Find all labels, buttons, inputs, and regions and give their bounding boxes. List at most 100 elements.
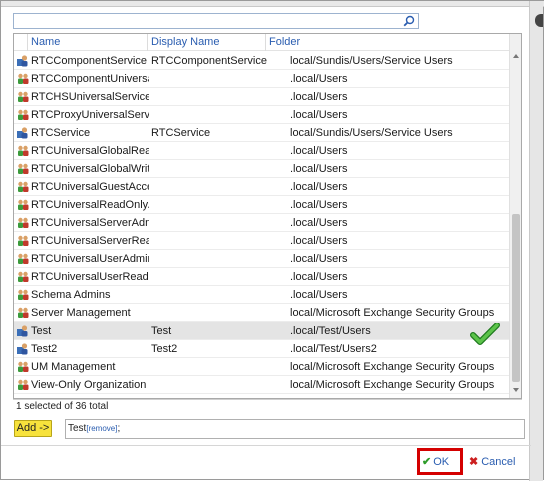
row-display-name (151, 214, 281, 232)
row-display-name (151, 286, 281, 304)
row-display-name (151, 376, 281, 394)
dialog-right-edge (529, 1, 543, 481)
group-icon (16, 90, 30, 103)
row-name: UM Management (31, 361, 116, 373)
row-folder: local/Sundis/Users/Service Users (290, 127, 453, 139)
table-row[interactable]: RTCService RTCService local/Sundis/Users/S… (14, 124, 509, 142)
row-folder: .local/Users (290, 163, 348, 175)
row-folder: .local/Users (290, 253, 348, 265)
table-row[interactable]: Schema Admins .local/Users (14, 286, 509, 304)
scrollbar-thumb[interactable] (512, 214, 520, 382)
table-row[interactable]: RTCUniversalGlobalWriteGro... .local/User… (14, 160, 509, 178)
row-display-name (151, 70, 281, 88)
scroll-up-icon[interactable] (510, 50, 522, 62)
cancel-button[interactable]: ✖ Cancel (469, 454, 521, 470)
selected-items-field[interactable]: Test[remove]; (65, 419, 525, 439)
row-display-name (151, 88, 281, 106)
column-header-name[interactable]: Name (28, 34, 148, 51)
group-icon (16, 72, 30, 85)
user-icon (16, 324, 30, 337)
column-header-display-name[interactable]: Display Name (148, 34, 266, 51)
table-row[interactable]: View-Only Organization Man... local/Micro… (14, 376, 509, 394)
table-row[interactable]: RTCProxyUniversalServices .local/Users (14, 106, 509, 124)
row-folder: .local/Users (290, 289, 348, 301)
table-row[interactable]: RTCUniversalServerReadOnly... .local/User… (14, 232, 509, 250)
cancel-icon: ✖ (469, 456, 479, 468)
row-name: RTCUniversalServerAdmins (31, 217, 149, 229)
table-row[interactable]: Test2 Test2 .local/Test/Users2 (14, 340, 509, 358)
group-icon (16, 306, 30, 319)
row-folder: local/Microsoft Exchange Security Groups (290, 361, 495, 373)
row-folder: .local/Users (290, 91, 348, 103)
status-bar: 1 selected of 36 total (13, 399, 522, 413)
table-row[interactable]: Test Test .local/Test/Users (14, 322, 509, 345)
table-row[interactable]: RTCComponentUniversalSer... .local/Users (14, 70, 509, 88)
add-button[interactable]: Add -> (14, 420, 52, 437)
group-icon (16, 144, 30, 157)
row-display-name (151, 304, 281, 322)
table-row[interactable]: Server Management local/Microsoft Exchang… (14, 304, 509, 322)
remove-link[interactable]: [remove] (86, 424, 117, 433)
row-folder: .local/Users (290, 73, 348, 85)
group-icon (16, 216, 30, 229)
table-row[interactable]: RTCUniversalUserReadOnlyG... .local/Users (14, 268, 509, 286)
scroll-down-icon[interactable] (510, 384, 522, 396)
row-folder: local/Sundis/Users/Service Users (290, 55, 453, 67)
row-name: Schema Admins (31, 289, 111, 301)
table-row[interactable]: UM Management local/Microsoft Exchange Se… (14, 358, 509, 376)
row-name: RTCHSUniversalServices (31, 91, 149, 103)
vertical-scrollbar[interactable] (509, 34, 522, 398)
selected-separator: ; (117, 423, 121, 434)
footer-divider (1, 445, 531, 446)
row-folder: .local/Test/Users2 (290, 343, 377, 355)
row-folder: .local/Users (290, 181, 348, 193)
dialog-window: Name Display Name Folder RTCComponentSer… (0, 0, 544, 481)
group-icon (16, 180, 30, 193)
row-folder: .local/Users (290, 145, 348, 157)
row-name: View-Only Organization Man... (31, 379, 149, 391)
group-icon (16, 162, 30, 175)
group-icon (16, 198, 30, 211)
table-row[interactable]: RTCComponentService RTCComponentService lo… (14, 52, 509, 70)
row-name: RTCUniversalGlobalWriteGro... (31, 163, 149, 175)
column-header-folder[interactable]: Folder (266, 34, 509, 51)
table-row[interactable]: RTCUniversalGuestAccessGr... .local/Users (14, 178, 509, 196)
row-folder: .local/Users (290, 217, 348, 229)
row-display-name (151, 106, 281, 124)
table-row[interactable]: RTCUniversalServerAdmins .local/Users (14, 214, 509, 232)
row-display-name: Test2 (151, 343, 178, 355)
search-input[interactable] (13, 13, 419, 29)
row-name: RTCService (31, 127, 91, 139)
row-name: Server Management (31, 307, 131, 319)
ok-button[interactable]: ✔ OK (422, 454, 458, 470)
column-select-header[interactable] (14, 34, 28, 51)
group-icon (16, 270, 30, 283)
row-name: Test (31, 325, 52, 337)
selected-item-name: Test (68, 423, 87, 434)
group-icon (16, 234, 30, 247)
row-name: RTCUniversalServerReadOnly... (31, 235, 149, 247)
row-folder: local/Microsoft Exchange Security Groups (290, 379, 495, 391)
row-display-name (151, 178, 281, 196)
row-display-name (151, 142, 281, 160)
group-icon (16, 252, 30, 265)
row-name: Test2 (31, 343, 58, 355)
row-folder: .local/Users (290, 109, 348, 121)
table-row[interactable]: RTCHSUniversalServices .local/Users (14, 88, 509, 106)
results-list: Name Display Name Folder RTCComponentSer… (13, 33, 522, 399)
table-row[interactable]: RTCUniversalGlobalReadOnl... .local/Users (14, 142, 509, 160)
row-display-name (151, 196, 281, 214)
dialog-top-edge (1, 1, 544, 7)
row-name: RTCUniversalGlobalReadOnl... (31, 145, 149, 157)
row-display-name (151, 250, 281, 268)
search-icon[interactable] (403, 15, 415, 27)
row-folder: .local/Users (290, 271, 348, 283)
table-row[interactable]: RTCUniversalUserAdmins .local/Users (14, 250, 509, 268)
ok-label: OK (433, 456, 450, 468)
row-name: RTCComponentUniversalSer... (31, 73, 149, 85)
row-name: RTCUniversalReadOnlyAdmins (31, 199, 149, 211)
row-name: RTCComponentService (31, 55, 147, 67)
table-row[interactable]: RTCUniversalReadOnlyAdmins .local/Users (14, 196, 509, 214)
list-header: Name Display Name Folder (14, 34, 509, 51)
row-display-name (151, 268, 281, 286)
